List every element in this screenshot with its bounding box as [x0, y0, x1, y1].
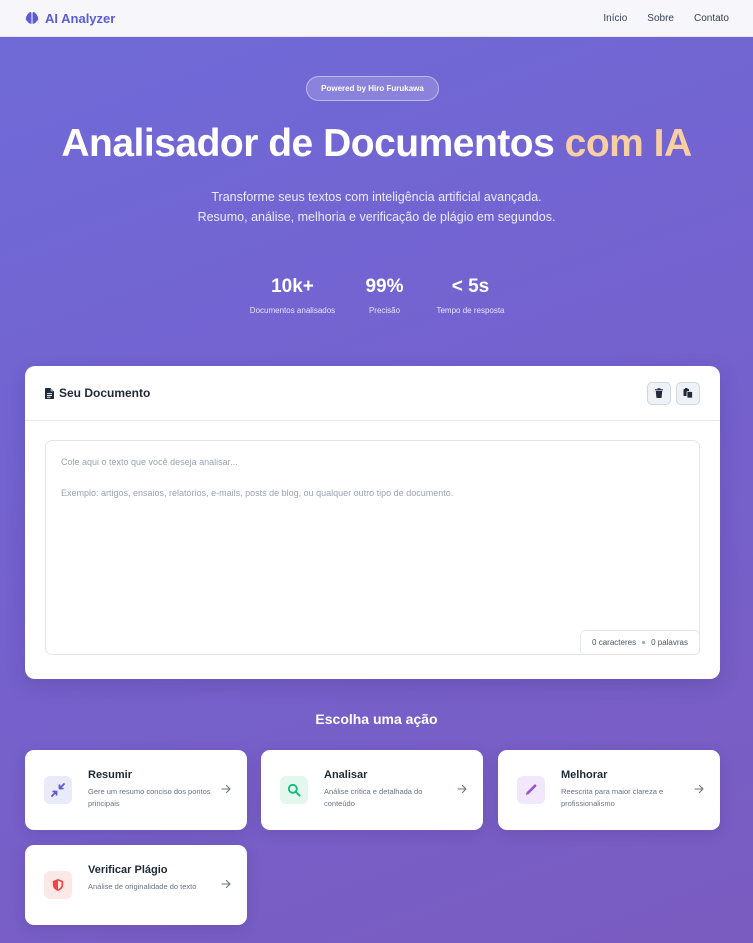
action-description: Análise de originalidade do texto: [88, 882, 197, 891]
action-card-melhorar[interactable]: Melhorar Reescrita para maior clareza e …: [498, 750, 720, 830]
brand-name: AI Analyzer: [45, 10, 116, 26]
document-title-label: Seu Documento: [59, 386, 151, 400]
nav-link-sobre[interactable]: Sobre: [647, 13, 674, 24]
action-title: Melhorar: [561, 769, 608, 781]
powered-by-badge: Powered by Hiro Furukawa: [306, 76, 439, 101]
stat-label: Tempo de resposta: [436, 306, 505, 315]
nav-link-contato[interactable]: Contato: [694, 13, 729, 24]
arrow-right-icon: [221, 879, 231, 889]
text-counter: 0 caracteres 0 palavras: [580, 630, 700, 655]
shield-icon: [52, 879, 64, 891]
document-title: Seu Documento: [45, 386, 150, 400]
action-icon-box: [280, 776, 308, 804]
arrow-right-icon: [221, 784, 231, 794]
action-title: Analisar: [324, 769, 368, 781]
textarea-placeholder-line2: Exemplo: artigos, ensaios, relatórios, e…: [61, 488, 454, 498]
actions-heading: Escolha uma ação: [315, 711, 438, 727]
stat-documents: 10k+ Documentos analisados: [244, 276, 342, 315]
action-description: Análise crítica e detalhada do conteúdo: [324, 787, 423, 808]
document-textarea[interactable]: Cole aqui o texto que você deseja analis…: [45, 440, 700, 655]
action-card-analisar[interactable]: Analisar Análise crítica e detalhada do …: [261, 750, 483, 830]
action-icon-box: [44, 871, 72, 899]
hero-title-main: Analisador de Documentos: [61, 122, 555, 165]
nav-links: Início Sobre Contato: [603, 13, 729, 24]
top-navbar: AI Analyzer Início Sobre Contato: [0, 0, 753, 37]
stat-label: Documentos analisados: [249, 306, 336, 315]
action-card-verificar-plagio[interactable]: Verificar Plágio Análise de originalidad…: [25, 845, 247, 925]
compress-icon: [51, 783, 65, 797]
paste-icon: [683, 388, 693, 398]
search-icon: [287, 783, 301, 797]
action-description: Gere um resumo conciso dos pontos princi…: [88, 787, 211, 808]
stat-response-time: < 5s Tempo de resposta: [432, 276, 510, 315]
action-title: Resumir: [88, 769, 133, 781]
hero-title: Analisador de Documentos com IA: [0, 122, 753, 166]
stat-value: < 5s: [451, 276, 490, 297]
clear-button[interactable]: [647, 381, 671, 405]
hero-title-accent: com IA: [564, 122, 693, 165]
char-count: 0 caracteres: [592, 638, 637, 647]
document-card-header: Seu Documento: [25, 366, 720, 421]
brain-icon: [25, 12, 39, 24]
brand-logo[interactable]: AI Analyzer: [25, 11, 115, 26]
action-icon-box: [517, 776, 545, 804]
trash-icon: [655, 388, 663, 398]
stat-value: 10k+: [271, 276, 314, 297]
paste-button[interactable]: [676, 381, 700, 405]
hero-subtitle: Transforme seus textos com inteligência …: [197, 190, 556, 224]
stat-value: 99%: [365, 276, 404, 297]
stat-precision: 99% Precisão: [361, 276, 409, 315]
action-icon-box: [44, 776, 72, 804]
separator-dot: [642, 641, 646, 644]
document-actions: [647, 381, 700, 405]
document-card: Seu Documento Cole aqui o texto que você…: [25, 366, 720, 679]
stats-row: 10k+ Documentos analisados 99% Precisão …: [0, 276, 753, 315]
nav-link-inicio[interactable]: Início: [603, 13, 627, 24]
action-card-resumir[interactable]: Resumir Gere um resumo conciso dos ponto…: [25, 750, 247, 830]
action-description: Reescrita para maior clareza e profissio…: [561, 787, 664, 808]
word-count: 0 palavras: [651, 638, 688, 647]
file-icon: [45, 387, 54, 399]
arrow-right-icon: [694, 784, 704, 794]
pen-icon: [526, 784, 537, 795]
stat-label: Precisão: [368, 306, 401, 315]
action-title: Verificar Plágio: [88, 864, 168, 876]
textarea-placeholder-line1: Cole aqui o texto que você deseja analis…: [61, 457, 238, 467]
arrow-right-icon: [457, 784, 467, 794]
